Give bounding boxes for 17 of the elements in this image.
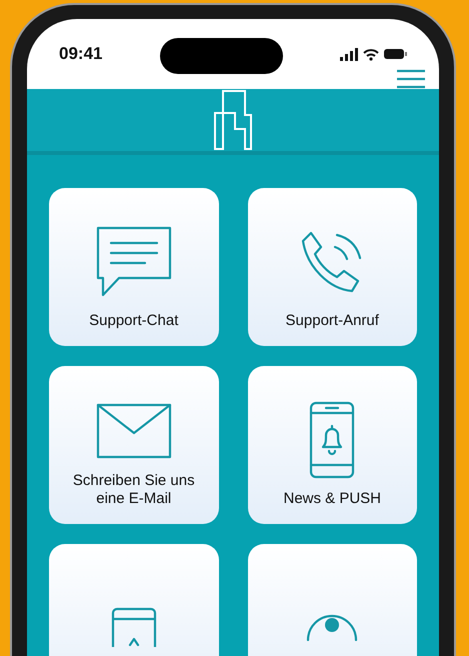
- phone-bell-icon: [309, 401, 356, 479]
- wifi-icon: [362, 48, 379, 60]
- status-time: 09:41: [59, 43, 102, 66]
- tablet-icon: [110, 607, 157, 647]
- menu-tile[interactable]: Support-Anruf: [248, 188, 417, 346]
- menu-tile[interactable]: [248, 544, 417, 656]
- signal-icon: [340, 48, 358, 60]
- envelope-icon: [96, 403, 172, 459]
- building-logo-icon: [213, 89, 253, 151]
- menu-tile[interactable]: [49, 544, 218, 656]
- battery-icon: [384, 49, 407, 59]
- location-icon: [306, 614, 358, 640]
- menu-tile[interactable]: News & PUSH: [248, 366, 417, 524]
- menu-tile[interactable]: Support-Chat: [49, 188, 218, 346]
- menu-tile[interactable]: Schreiben Sie uns eine E-Mail: [49, 366, 218, 524]
- speech-bubble-icon: [94, 225, 173, 299]
- menu-icon[interactable]: [397, 69, 425, 89]
